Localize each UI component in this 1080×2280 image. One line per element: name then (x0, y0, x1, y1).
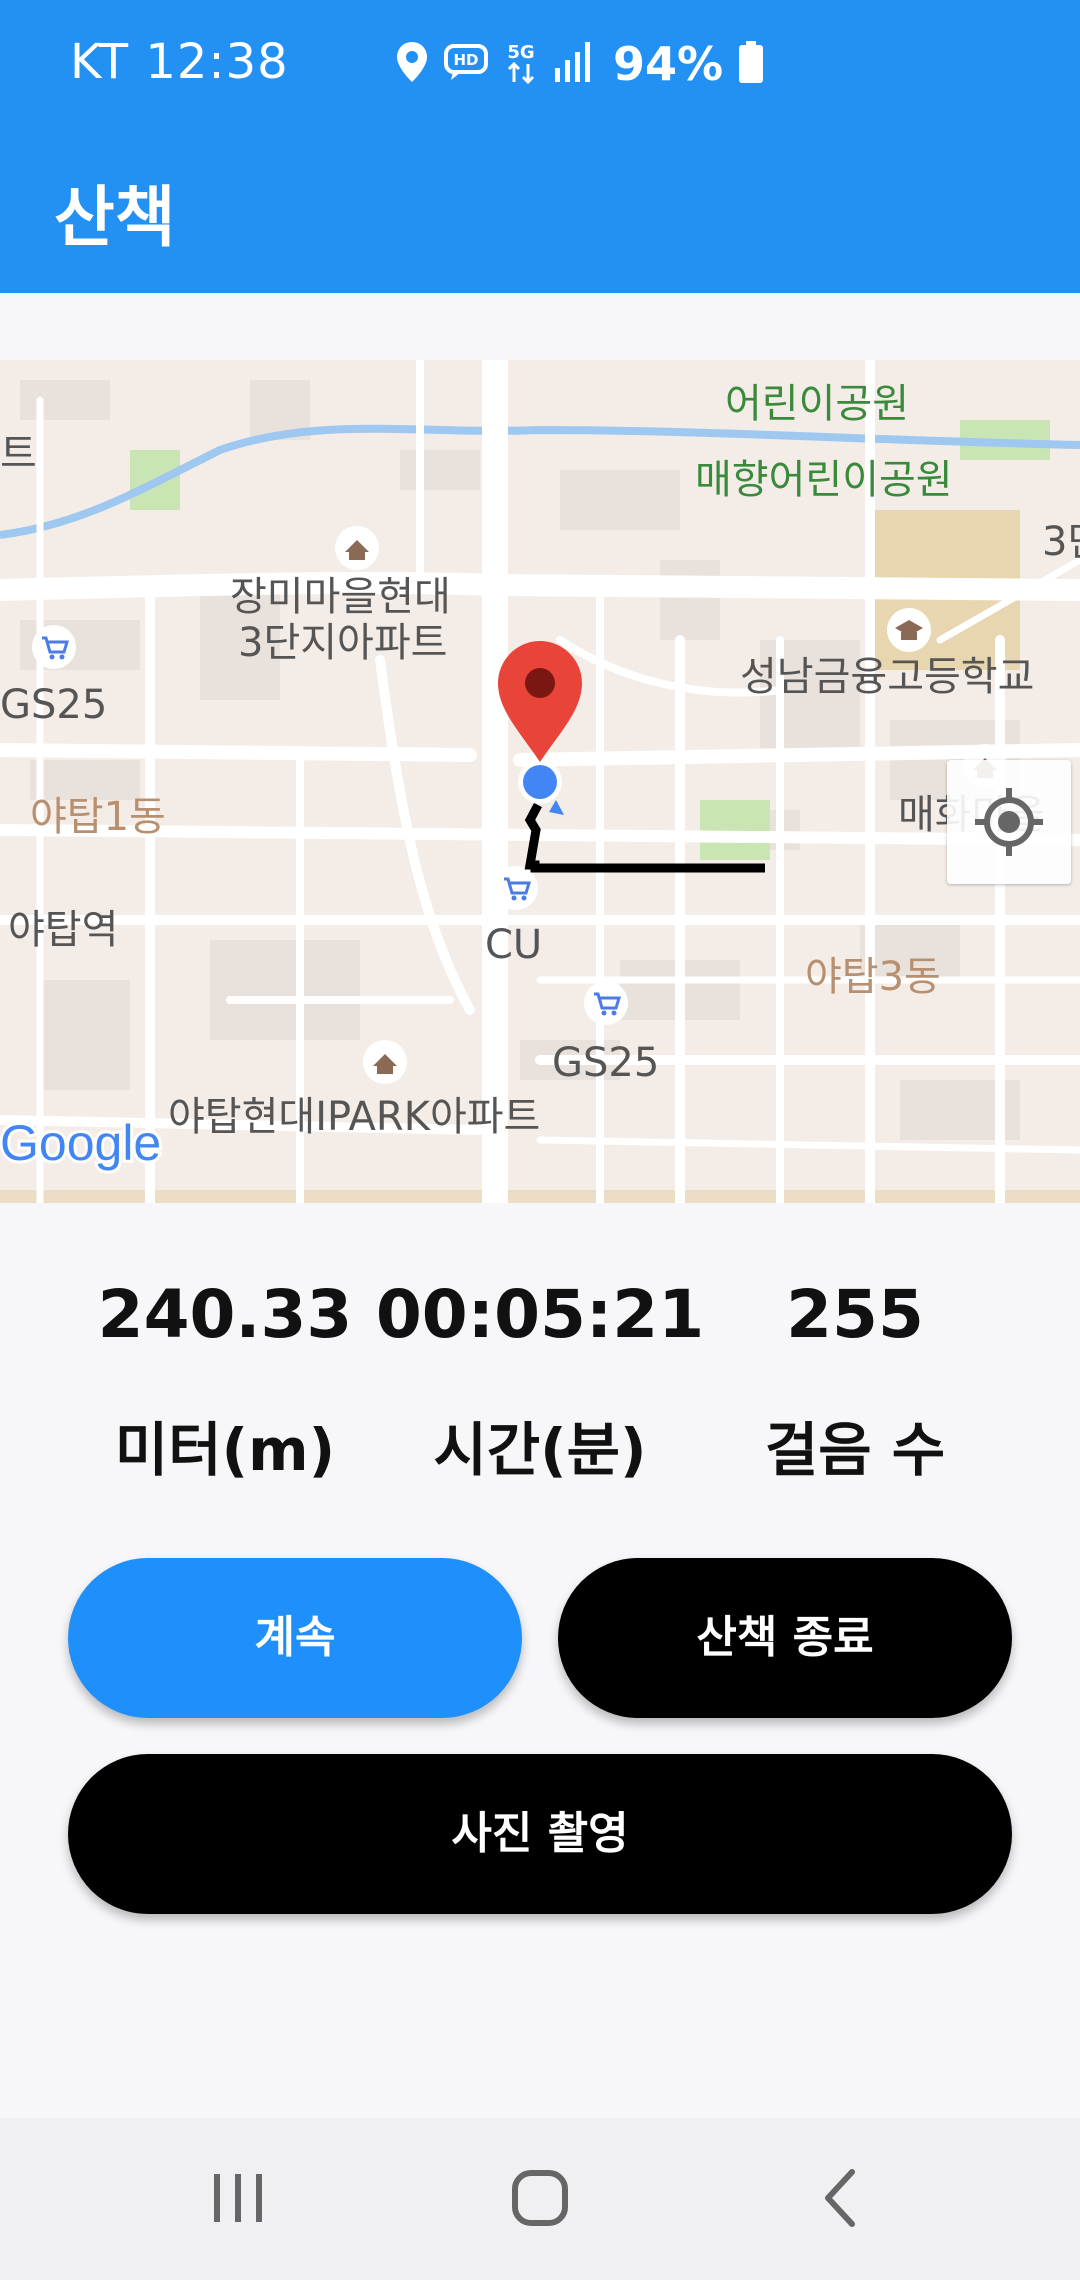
signal-icon (553, 40, 593, 88)
map-canvas: 어린이공원 매향어린이공원 트 3단 장미마을현대 3단지아파트 GS25 성남… (0, 360, 1080, 1203)
home-poi-icon (335, 526, 379, 570)
battery-percent: 94% (613, 37, 724, 91)
hd-voice-icon: HD (443, 40, 489, 88)
shopping-cart-icon (584, 981, 628, 1025)
my-location-button[interactable] (947, 760, 1071, 884)
my-location-icon (975, 788, 1043, 856)
school-poi-icon (887, 608, 931, 652)
continue-button[interactable]: 계속 (68, 1558, 522, 1718)
distance-label: 미터(m) (114, 1416, 336, 1484)
map-label-station: 야탑역 (8, 907, 118, 953)
map-label-apartment: 야탑현대IPARK아파트 (168, 1094, 540, 1140)
map-label-apartment: 장미마을현대 (230, 574, 451, 620)
google-logo: Google Google (0, 1112, 164, 1174)
take-photo-button[interactable]: 사진 촬영 (68, 1754, 1012, 1914)
map-label-park: 어린이공원 (725, 381, 909, 427)
recent-apps-icon[interactable] (198, 2158, 278, 2238)
5g-icon: 5G (503, 38, 539, 90)
map-label-district: 야탑3동 (805, 954, 941, 1000)
map-label-store: GS25 (552, 1040, 659, 1086)
time-stat: 00:05:21 시간(분) (360, 1270, 720, 1490)
map-label-store: GS25 (0, 682, 107, 728)
svg-text:Google: Google (0, 1115, 161, 1171)
map-label: 트 (0, 431, 37, 477)
map-label-store: CU (485, 922, 542, 968)
map-label: 3단 (1042, 519, 1080, 565)
steps-value: 255 (786, 1276, 924, 1353)
home-icon[interactable] (500, 2158, 580, 2238)
back-icon[interactable] (802, 2158, 882, 2238)
battery-icon (737, 40, 765, 88)
shopping-cart-icon (494, 866, 538, 910)
map-label-district: 야탑1동 (30, 794, 166, 840)
time-label: 시간(분) (433, 1416, 647, 1484)
home-poi-icon (363, 1040, 407, 1084)
location-icon (395, 40, 429, 88)
system-nav-bar (0, 2118, 1080, 2280)
walk-stats: 240.33 미터(m) 00:05:21 시간(분) 255 걸음 수 (0, 1270, 1080, 1530)
shopping-cart-icon (32, 625, 76, 669)
page-title: 산책 (54, 179, 176, 256)
map-view[interactable]: 어린이공원 매향어린이공원 트 3단 장미마을현대 3단지아파트 GS25 성남… (0, 360, 1080, 1203)
distance-value: 240.33 (97, 1276, 353, 1353)
status-carrier-time: KT 12:38 (70, 34, 289, 90)
status-bar: KT 12:38 HD 5G 94% (0, 0, 1080, 128)
time-value: 00:05:21 (375, 1276, 705, 1353)
map-label-apartment: 3단지아파트 (238, 620, 447, 666)
end-walk-button[interactable]: 산책 종료 (558, 1558, 1012, 1718)
map-label-school: 성남금융고등학교 (740, 654, 1034, 700)
app-bar: 산책 (0, 128, 1080, 293)
svg-text:5G: 5G (507, 42, 534, 63)
steps-stat: 255 걸음 수 (675, 1270, 1035, 1490)
steps-label: 걸음 수 (764, 1416, 946, 1484)
svg-text:HD: HD (453, 51, 478, 69)
status-icons: HD 5G 94% (395, 36, 765, 92)
distance-stat: 240.33 미터(m) (45, 1270, 405, 1490)
map-label-park: 매향어린이공원 (695, 457, 953, 503)
